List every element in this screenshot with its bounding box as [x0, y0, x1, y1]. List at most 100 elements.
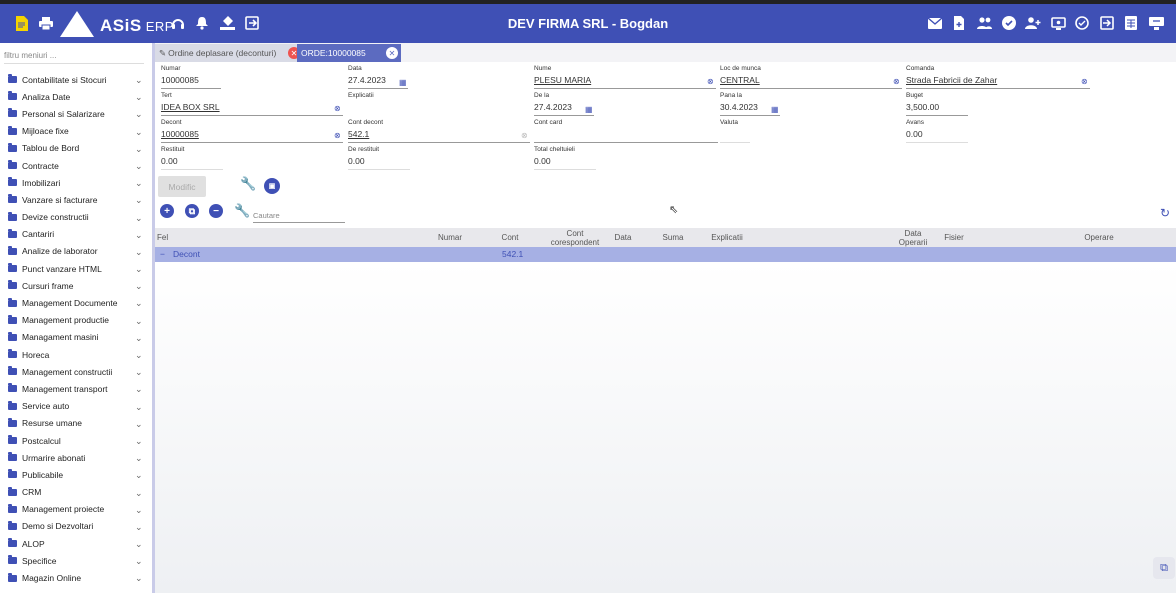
decont-field[interactable]: Decont 10000085 ⊗	[161, 119, 343, 143]
tert-value[interactable]: IDEA BOX SRL	[161, 102, 343, 112]
nume-value[interactable]: PLESU MARIA	[534, 75, 716, 85]
logout-icon[interactable]	[1098, 14, 1116, 32]
sidebar-item[interactable]: Contabilitate si Stocuri ⌄	[0, 71, 150, 88]
sidebar-item[interactable]: Specifice ⌄	[0, 552, 150, 569]
chevron-down-icon[interactable]: ⌄	[135, 539, 143, 550]
comanda-field[interactable]: Comanda Strada Fabricii de Zahar ⊗	[906, 65, 1090, 89]
col-cont[interactable]: Cont	[495, 228, 525, 247]
total-cheltuieli-field[interactable]: Total cheltuieli 0.00	[534, 146, 596, 170]
de-restituit-field[interactable]: De restituit 0.00	[348, 146, 410, 170]
refresh-icon[interactable]: ↻	[1160, 206, 1170, 220]
chevron-down-icon[interactable]: ⌄	[135, 402, 143, 413]
nume-field[interactable]: Nume PLESU MARIA ⊗	[534, 65, 716, 89]
chevron-down-icon[interactable]: ⌄	[135, 453, 143, 464]
sidebar-item[interactable]: Tablou de Bord ⌄	[0, 140, 150, 157]
mail-icon[interactable]	[926, 14, 944, 32]
chevron-down-icon[interactable]: ⌄	[135, 316, 143, 327]
menu-filter-input[interactable]: filtru meniuri ...	[4, 51, 144, 64]
sidebar-item[interactable]: Horeca ⌄	[0, 346, 150, 363]
wrench-icon[interactable]: 🔧	[240, 176, 256, 192]
screen-icon[interactable]	[1049, 14, 1067, 32]
sidebar-item[interactable]: Management productie ⌄	[0, 312, 150, 329]
cont-decont-value[interactable]: 542.1	[348, 129, 530, 139]
chevron-down-icon[interactable]: ⌄	[135, 264, 143, 275]
sidebar-item[interactable]: Mijloace fixe ⌄	[0, 123, 150, 140]
clear-icon[interactable]: ⊗	[521, 131, 528, 140]
tab-orde-10000085[interactable]: ORDE:10000085 ✕	[297, 44, 401, 62]
calendar-icon[interactable]: ▦	[771, 105, 779, 114]
sidebar-item[interactable]: Magazin Online ⌄	[0, 569, 150, 586]
chevron-down-icon[interactable]: ⌄	[135, 195, 143, 206]
sidebar-item[interactable]: Cantariri ⌄	[0, 226, 150, 243]
calendar-icon[interactable]: ▦	[585, 105, 593, 114]
sidebar-item[interactable]: Management proiecte ⌄	[0, 501, 150, 518]
cont-card-field[interactable]: Cont card	[534, 119, 718, 143]
sidebar-item[interactable]: Cursuri frame ⌄	[0, 277, 150, 294]
col-data[interactable]: Data	[610, 228, 636, 247]
chevron-down-icon[interactable]: ⌄	[135, 556, 143, 567]
buget-field[interactable]: Buget 3,500.00	[906, 92, 968, 116]
sidebar-item[interactable]: Publicabile ⌄	[0, 466, 150, 483]
calculator-icon[interactable]	[1122, 14, 1140, 32]
chevron-down-icon[interactable]: ⌄	[135, 350, 143, 361]
sidebar-item[interactable]: Demo si Dezvoltari ⌄	[0, 518, 150, 535]
sidebar-item[interactable]: Urmarire abonati ⌄	[0, 449, 150, 466]
clear-icon[interactable]: ⊗	[707, 77, 714, 86]
remove-icon[interactable]: −	[209, 204, 223, 218]
cont-decont-field[interactable]: Cont decont 542.1 ⊗	[348, 119, 530, 143]
loc-munca-field[interactable]: Loc de munca CENTRAL ⊗	[720, 65, 902, 89]
comanda-value[interactable]: Strada Fabricii de Zahar	[906, 75, 1090, 85]
chevron-down-icon[interactable]: ⌄	[135, 505, 143, 516]
chevron-down-icon[interactable]: ⌄	[135, 127, 143, 138]
chevron-down-icon[interactable]: ⌄	[135, 161, 143, 172]
col-operare[interactable]: Operare	[1077, 228, 1121, 247]
chevron-down-icon[interactable]: ⌄	[135, 298, 143, 309]
sidebar-item[interactable]: Managament masini ⌄	[0, 329, 150, 346]
sidebar-item[interactable]: Punct vanzare HTML ⌄	[0, 260, 150, 277]
close-icon[interactable]: ✕	[386, 47, 398, 59]
user-add-icon[interactable]	[1024, 14, 1042, 32]
tab-ordine-deplasare[interactable]: ✎ Ordine deplasare (deconturi) ✕	[155, 44, 303, 62]
sidebar-item[interactable]: Management Documente ⌄	[0, 294, 150, 311]
modifica-button[interactable]: Modific	[158, 176, 206, 197]
wrench-icon[interactable]: 🔧	[234, 203, 250, 219]
chevron-down-icon[interactable]: ⌄	[135, 92, 143, 103]
chevron-down-icon[interactable]: ⌄	[135, 109, 143, 120]
clear-icon[interactable]: ⊗	[334, 104, 341, 113]
numar-field[interactable]: Numar 10000085	[161, 65, 221, 89]
search-input[interactable]: Cautare	[253, 211, 345, 223]
sidebar-item[interactable]: CRM ⌄	[0, 484, 150, 501]
sidebar-item[interactable]: Management constructii ⌄	[0, 363, 150, 380]
sidebar-item[interactable]: Service auto ⌄	[0, 398, 150, 415]
data-field[interactable]: Data 27.4.2023 ▦	[348, 65, 408, 89]
col-fel[interactable]: Fel	[155, 228, 171, 247]
desktop-icon[interactable]	[1147, 14, 1165, 32]
chevron-down-icon[interactable]: ⌄	[135, 522, 143, 533]
chevron-down-icon[interactable]: ⌄	[135, 436, 143, 447]
sidebar-item[interactable]: Personal si Salarizare ⌄	[0, 105, 150, 122]
pana-la-field[interactable]: Pana la 30.4.2023 ▦	[720, 92, 780, 116]
sidebar-item[interactable]: Devize constructii ⌄	[0, 209, 150, 226]
col-data-operarii[interactable]: Data Operarii	[893, 228, 933, 247]
sidebar-item[interactable]: Analize de laborator ⌄	[0, 243, 150, 260]
clear-icon[interactable]: ⊗	[893, 77, 900, 86]
screen-mode-icon[interactable]: ⧉	[1153, 557, 1175, 579]
new-file-icon[interactable]	[950, 14, 968, 32]
sidebar-item[interactable]: ALOP ⌄	[0, 535, 150, 552]
sidebar-item[interactable]: Vanzare si facturare ⌄	[0, 191, 150, 208]
calendar-icon[interactable]: ▦	[399, 78, 407, 87]
sidebar-item[interactable]: Postcalcul ⌄	[0, 432, 150, 449]
chevron-down-icon[interactable]: ⌄	[135, 178, 143, 189]
col-suma[interactable]: Suma	[658, 228, 688, 247]
sidebar-item[interactable]: Analiza Date ⌄	[0, 88, 150, 105]
tert-field[interactable]: Tert IDEA BOX SRL ⊗	[161, 92, 343, 116]
chevron-down-icon[interactable]: ⌄	[135, 333, 143, 344]
sidebar-item[interactable]: Contracte ⌄	[0, 157, 150, 174]
sidebar-item[interactable]: Imobilizari ⌄	[0, 174, 150, 191]
col-fisier[interactable]: Fisier	[939, 228, 969, 247]
de-la-field[interactable]: De la 27.4.2023 ▦	[534, 92, 594, 116]
collapse-icon[interactable]: −	[160, 249, 165, 259]
chevron-down-icon[interactable]: ⌄	[135, 470, 143, 481]
table-row[interactable]: − Decont 542.1	[155, 247, 1176, 262]
copy-icon[interactable]: ⧉	[185, 204, 199, 218]
